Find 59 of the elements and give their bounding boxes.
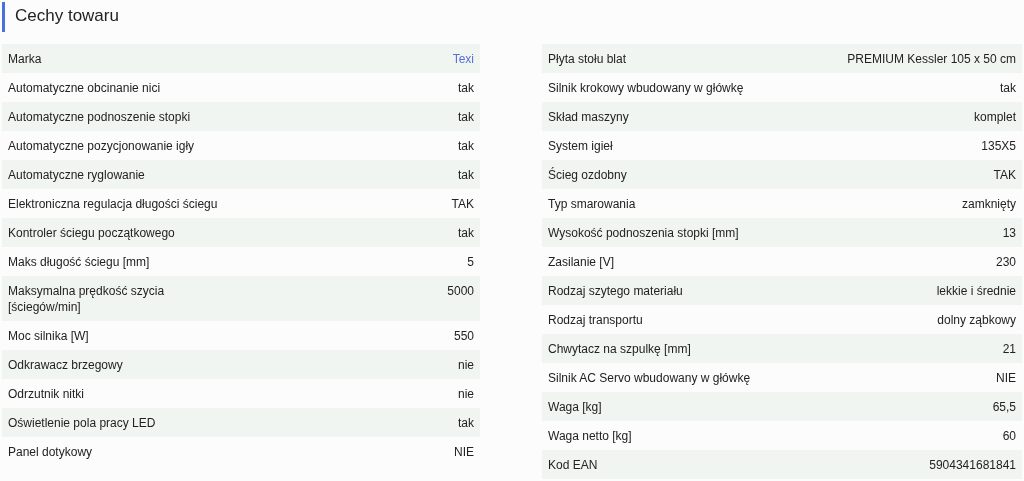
attribute-value: 13 [1002,225,1016,241]
attribute-label: Maksymalna prędkość szycia [ściegów/min] [8,283,166,315]
attribute-label: Kontroler ściegu początkowego [8,225,175,241]
attribute-value: nie [458,386,474,402]
attribute-value: 550 [453,328,474,344]
attribute-label: Płyta stołu blat [548,51,627,67]
attribute-value: 230 [995,254,1016,270]
attribute-label: Kod EAN [548,457,598,473]
attribute-value: PREMIUM Kessler 105 x 50 cm [847,51,1016,67]
attribute-label: Typ smarowania [548,196,636,212]
attribute-label: Skład maszyny [548,109,629,125]
attribute-label: Silnik krokowy wbudowany w główkę [548,80,744,96]
attribute-label: Rodzaj transportu [548,312,643,328]
attribute-label: Chwytacz na szpulkę [mm] [548,341,691,357]
attribute-value: komplet [973,109,1016,125]
attribute-value: tak [458,138,474,154]
attribute-value: lekkie i średnie [936,283,1016,299]
attribute-value: TAK [993,167,1016,183]
attribute-label: Ścieg ozdobny [548,167,627,183]
attribute-value: tak [458,225,474,241]
attribute-label: Wysokość podnoszenia stopki [mm] [548,225,739,241]
attribute-value: 60 [1002,428,1016,444]
attribute-value: tak [458,109,474,125]
attribute-label: Automatyczne podnoszenie stopki [8,109,191,125]
attribute-label: Elektroniczna regulacja długości ściegu [8,196,218,212]
attribute-label: Automatyczne obcinanie nici [8,80,161,96]
attribute-value: dolny ząbkowy [937,312,1016,328]
attribute-value: tak [458,80,474,96]
attribute-label: Maks długość ściegu [mm] [8,254,150,270]
attribute-label: Marka [8,51,42,67]
attribute-label: Odkrawacz brzegowy [8,357,123,373]
attribute-value: tak [458,167,474,183]
attribute-label: Panel dotykowy [8,444,93,460]
attribute-label: Rodzaj szytego materiału [548,283,683,299]
attribute-value: 5000 [447,283,474,299]
attribute-label: Zasilanie [V] [548,254,615,270]
attribute-label: Automatyczne ryglowanie [8,167,145,183]
attribute-label: Silnik AC Servo wbudowany w główkę [548,370,751,386]
attribute-value: 65,5 [992,399,1016,415]
attribute-value: tak [458,415,474,431]
attribute-value: 5904341681841 [929,457,1016,473]
brand-link[interactable]: Texi [452,51,474,67]
attribute-value: 5 [467,254,474,270]
attribute-label: System igieł [548,138,613,154]
attribute-value: TAK [451,196,474,212]
attribute-value: NIE [454,444,474,460]
attribute-value: zamknięty [961,196,1016,212]
attribute-label: Waga [kg] [548,399,602,415]
attribute-label: Waga netto [kg] [548,428,632,444]
attribute-value: 135X5 [981,138,1016,154]
attribute-label: Automatyczne pozycjonowanie igły [8,138,195,154]
attribute-value: NIE [996,370,1016,386]
attribute-value: nie [458,357,474,373]
attribute-label: Odrzutnik nitki [8,386,85,402]
attribute-label: Moc silnika [W] [8,328,89,344]
attribute-value: tak [1000,80,1016,96]
attribute-label: Oświetlenie pola pracy LED [8,415,156,431]
section-title: Cechy towaru [2,2,1022,32]
attribute-value: 21 [1002,341,1016,357]
